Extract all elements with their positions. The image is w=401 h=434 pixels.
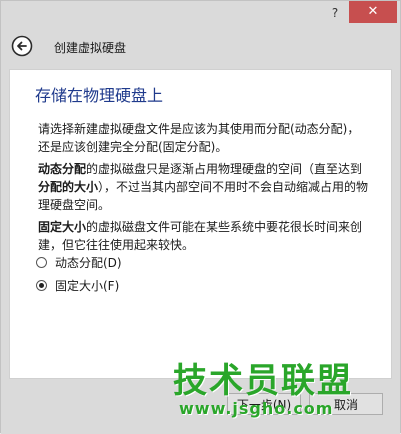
wizard-header: 创建虚拟硬盘 [1,29,400,69]
close-button[interactable]: ✕ [349,1,397,23]
dynamic-description: 动态分配的虚拟磁盘只是逐渐占用物理硬盘的空间（直至达到分配的大小），不过当其内部… [38,160,370,214]
radio-button-fixed[interactable] [36,279,47,291]
wizard-title: 创建虚拟硬盘 [54,41,127,55]
button-bar: 下一步(N) 取消 [1,379,400,434]
fixed-description: 固定大小的虚拟磁盘文件可能在某些系统中要花很长时间来创建，但它往往使用起来较快。 [38,218,370,254]
content-panel: 存储在物理硬盘上 请选择新建虚拟硬盘文件是应该为其使用而分配(动态分配)，还是应… [9,69,392,379]
radio-dynamic[interactable]: 动态分配(D) [36,253,122,271]
dialog-window: ? ✕ 创建虚拟硬盘 存储在物理硬盘上 请选择新建虚拟硬盘文件是应该为其使用而分… [0,0,401,434]
radio-fixed[interactable]: 固定大小(F) [36,276,119,294]
dynamic-text-1: 的虚拟磁盘只是逐渐占用物理硬盘的空间（直至达到 [86,162,363,176]
help-button[interactable]: ? [324,3,346,23]
back-button[interactable] [11,35,33,57]
back-arrow-icon [11,35,33,57]
radio-label-dynamic: 动态分配(D) [55,255,122,270]
allocated-size-term: 分配的大小 [38,180,99,194]
fixed-term: 固定大小 [38,220,87,234]
radio-label-fixed: 固定大小(F) [55,278,120,293]
cancel-button[interactable]: 取消 [309,393,383,415]
intro-paragraph: 请选择新建虚拟硬盘文件是应该为其使用而分配(动态分配)，还是应该创建完全分配(固… [38,122,360,154]
fixed-text: 的虚拟磁盘文件可能在某些系统中要花很长时间来创建，但它往往使用起来较快。 [38,220,363,252]
title-bar: ? ✕ [1,1,400,29]
radio-button-dynamic[interactable] [36,256,47,268]
next-button[interactable]: 下一步(N) [227,393,301,415]
page-title: 存储在物理硬盘上 [35,86,164,105]
dynamic-term: 动态分配 [38,162,87,176]
